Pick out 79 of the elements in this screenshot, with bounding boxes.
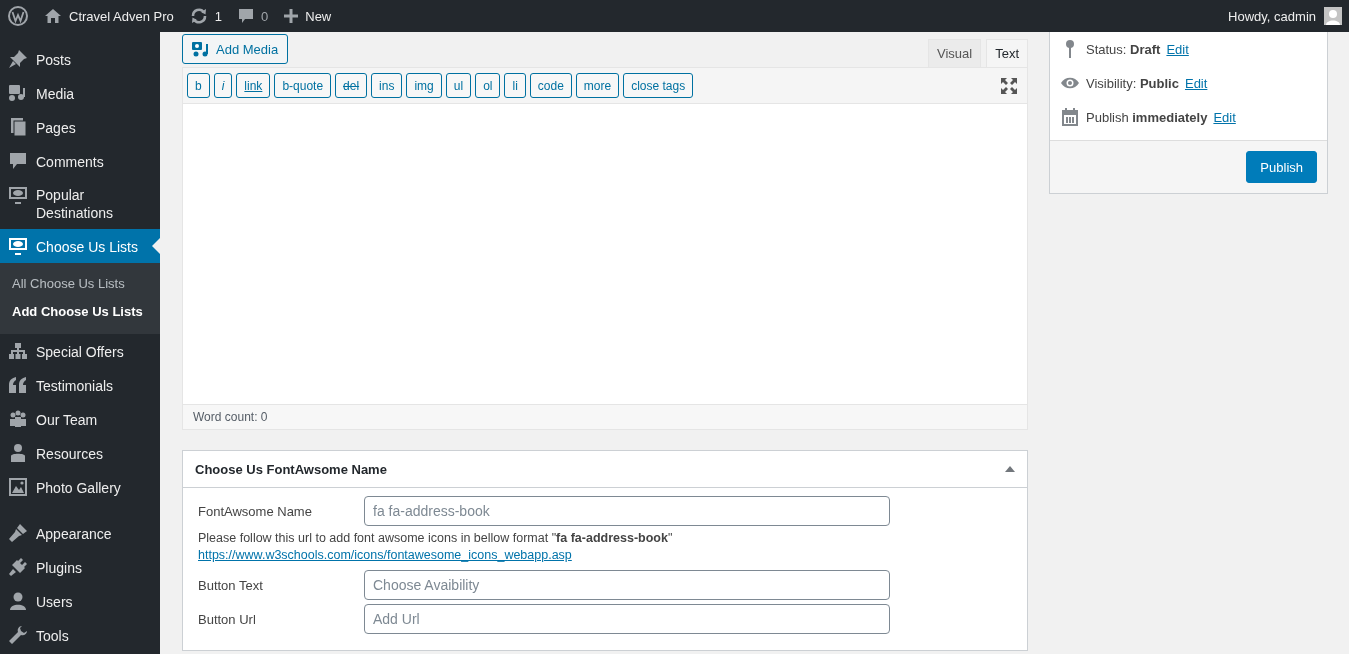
user-icon [8, 591, 28, 611]
sitemap-icon [8, 341, 28, 361]
field-label: Button Text [198, 577, 264, 593]
quote-icon [8, 375, 28, 395]
site-name-link[interactable]: Ctravel Adven Pro [69, 8, 174, 24]
sidebar-item[interactable]: Photo Gallery [0, 470, 160, 504]
quicktag-button[interactable]: img [406, 73, 442, 98]
quicktag-button[interactable]: ul [445, 73, 472, 98]
updates-count[interactable]: 1 [214, 8, 222, 24]
sidebar-item[interactable]: Special Offers [0, 334, 160, 368]
monitor-icon [8, 185, 28, 205]
metabox-title: Choose Us FontAwsome Name [195, 461, 387, 477]
sidebar-item[interactable]: Users [0, 584, 160, 618]
sidebar-item[interactable]: Plugins [0, 550, 160, 584]
quicktag-button[interactable]: link [236, 73, 271, 98]
media-icon [192, 41, 210, 57]
group-icon [8, 409, 28, 429]
submenu-item[interactable]: Add Choose Us Lists [0, 298, 160, 326]
edit-link[interactable]: Edit [1213, 109, 1236, 125]
sidebar-item[interactable]: Tools [0, 618, 160, 652]
editor-tab[interactable]: Text [986, 39, 1028, 67]
field-label: Button Url [198, 611, 257, 627]
comment-icon[interactable] [238, 8, 254, 24]
publish-setting: Publish immediately [1086, 109, 1208, 125]
quicktag-button[interactable]: b [187, 73, 210, 98]
wordpress-logo-icon[interactable] [8, 6, 28, 26]
media-icon [8, 83, 28, 103]
sidebar-item[interactable]: Resources [0, 436, 160, 470]
plug-icon [8, 557, 28, 577]
add-media-button[interactable]: Add Media [182, 34, 289, 64]
sidebar-item[interactable]: Media [0, 76, 160, 110]
sidebar-item[interactable]: Posts [0, 42, 160, 76]
input-field[interactable]: fa fa-address-book [364, 496, 890, 526]
sidebar-item[interactable]: Pages [0, 110, 160, 144]
submenu-item[interactable]: All Choose Us Lists [0, 270, 160, 298]
quicktag-button[interactable]: close tags [623, 73, 694, 98]
quicktag-button[interactable]: code [529, 73, 572, 98]
url-link[interactable]: https://www.w3schools.com/icons/fontawesome_icons_webapp.asp [198, 548, 572, 562]
quicktag-button[interactable]: more [575, 73, 620, 98]
sidebar-item[interactable]: Testimonials [0, 368, 160, 402]
input-field[interactable]: Add Url [364, 604, 890, 634]
speech-bubble-icon [8, 151, 28, 171]
comments-count[interactable]: 0 [261, 8, 269, 24]
new-link[interactable]: New [305, 8, 332, 24]
input-field[interactable]: Choose Avaibility [364, 570, 890, 600]
quicktag-button[interactable]: ol [475, 73, 501, 98]
quicktag-button[interactable]: li [504, 73, 526, 98]
sidebar-item[interactable]: Our Team [0, 402, 160, 436]
home-icon[interactable] [44, 8, 62, 24]
help-text: Please follow this url to add font awsome icons in bellow format "fa fa-address-book" https://www.w3schools.com/icons/fontawesome_icons_webapp.asp [198, 530, 674, 564]
word-count: Word count: 0 [193, 410, 268, 424]
quicktag-button[interactable]: i [213, 73, 233, 98]
editor-tab[interactable]: Visual [927, 39, 982, 67]
pages-icon [8, 117, 28, 137]
edit-link[interactable]: Edit [1166, 41, 1189, 57]
monitor-icon [8, 236, 28, 256]
fullscreen-icon[interactable] [1000, 76, 1018, 95]
picture-icon [8, 477, 28, 497]
quicktag-button[interactable]: ins [371, 73, 403, 98]
person-icon [8, 443, 28, 463]
collapse-toggle-icon[interactable] [1005, 465, 1015, 473]
edit-link[interactable]: Edit [1184, 75, 1208, 91]
sidebar-item[interactable]: Comments [0, 144, 160, 178]
publish-setting: Visibility: Public [1086, 75, 1179, 91]
quicktag-button[interactable]: del [335, 73, 368, 98]
sidebar-item[interactable]: Appearance [0, 516, 160, 550]
refresh-icon[interactable] [189, 7, 208, 25]
wrench-icon [8, 625, 28, 645]
publish-setting: Status: Draft [1086, 41, 1161, 57]
sidebar-item[interactable]: Choose Us Lists [0, 229, 160, 263]
pushpin-icon [8, 49, 28, 69]
quicktag-button[interactable]: b-quote [274, 73, 332, 98]
field-label: FontAwsome Name [198, 503, 313, 519]
plus-icon[interactable] [284, 9, 299, 23]
greeting-link[interactable]: Howdy, cadmin [1228, 8, 1316, 24]
calendar-icon [1060, 107, 1080, 127]
sidebar-item[interactable]: Popular Destinations [0, 178, 160, 229]
paintbrush-icon [8, 523, 28, 543]
publish-button[interactable]: Publish [1246, 151, 1317, 183]
